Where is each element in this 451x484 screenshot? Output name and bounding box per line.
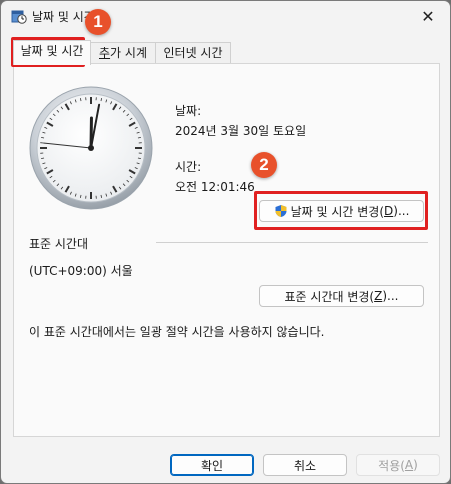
change-timezone-text: 표준 시간대 변경( xyxy=(284,289,375,304)
timezone-section-label: 표준 시간대 xyxy=(29,237,89,251)
title-bar: 날짜 및 시간 ✕ xyxy=(1,1,450,31)
change-timezone-suffix: )... xyxy=(382,289,399,303)
time-value: 오전 12:01:46 xyxy=(175,180,255,194)
apply-suffix: ) xyxy=(413,458,418,472)
date-label: 날짜: xyxy=(175,104,202,118)
apply-mnemonic: A xyxy=(404,458,414,472)
cancel-button[interactable]: 취소 xyxy=(263,454,347,476)
timezone-divider xyxy=(156,242,428,243)
apply-button[interactable]: 적용(A) xyxy=(356,454,440,476)
cancel-label: 취소 xyxy=(293,458,317,473)
tab-additional-clocks[interactable]: 추가 시계 xyxy=(89,42,157,63)
dialog-footer: 확인 취소 적용(A) xyxy=(1,447,450,483)
close-icon: ✕ xyxy=(421,6,435,26)
dst-note: 이 표준 시간대에서는 일광 절약 시간을 사용하지 않습니다. xyxy=(29,325,325,339)
date-value: 2024년 3월 30일 토요일 xyxy=(175,124,307,138)
date-time-app-icon xyxy=(11,10,27,24)
time-label: 시간: xyxy=(175,160,202,174)
analog-clock xyxy=(26,84,156,212)
timezone-value: (UTC+09:00) 서울 xyxy=(29,264,133,278)
tab-internet-time-label: 인터넷 시간 xyxy=(163,46,223,60)
clock-face-icon xyxy=(29,86,153,210)
ok-button[interactable]: 확인 xyxy=(170,454,254,476)
annotation-badge-1: 1 xyxy=(85,9,111,35)
tab-additional-clocks-label: 가 시계 xyxy=(110,46,147,60)
change-timezone-button[interactable]: 표준 시간대 변경(Z)... xyxy=(259,285,424,307)
tab-panel: 날짜: 2024년 3월 30일 토요일 시간: 오전 12:01:46 날짜 … xyxy=(13,63,440,437)
close-button[interactable]: ✕ xyxy=(406,1,450,31)
annotation-badge-2: 2 xyxy=(251,152,277,178)
apply-text: 적용( xyxy=(378,458,405,473)
annotation-box-2 xyxy=(254,191,428,230)
tab-internet-time[interactable]: 인터넷 시간 xyxy=(155,42,231,63)
date-time-dialog: 날짜 및 시간 ✕ 날짜 및 시간 추가 시계 인터넷 시간 날짜: 2024년… xyxy=(0,0,451,484)
tab-additional-clocks-mnemonic: 추 xyxy=(99,46,111,60)
tab-date-time[interactable]: 날짜 및 시간 xyxy=(13,40,91,65)
ok-label: 확인 xyxy=(200,458,224,473)
change-timezone-mnemonic: Z xyxy=(374,289,383,303)
tab-date-time-label: 날짜 및 시간 xyxy=(20,44,84,58)
